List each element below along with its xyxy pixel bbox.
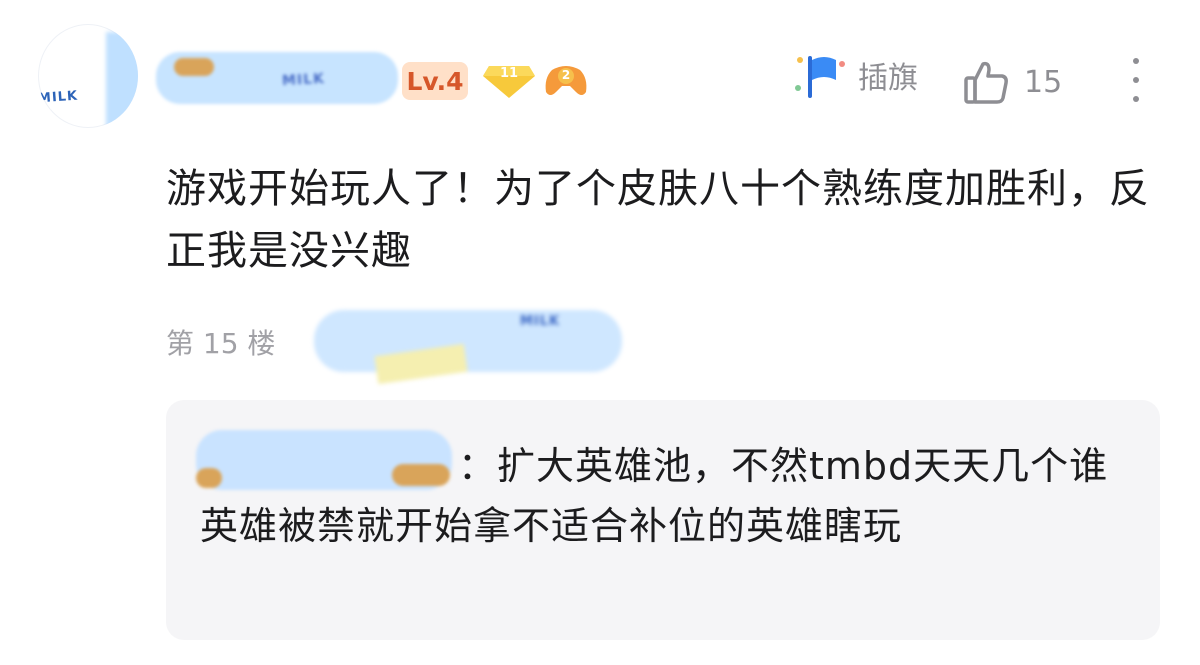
reply-separator: ： bbox=[458, 444, 498, 488]
gem-badge-number: 11 bbox=[499, 66, 519, 81]
more-options-icon[interactable] bbox=[1122, 58, 1150, 102]
floor-blurred-content: MILK bbox=[314, 310, 622, 385]
reply-body: 扩大英雄池，不然tmbd天天几个谁英雄被禁就开始拿不适合补位的英雄瞎玩 bbox=[200, 444, 1109, 548]
more-dot bbox=[1133, 77, 1139, 83]
flag-button[interactable]: 插旗 bbox=[790, 50, 918, 100]
username[interactable]: MILK bbox=[156, 52, 398, 104]
avatar-milk-text: MILK bbox=[38, 88, 79, 107]
comment-text: 游戏开始玩人了！为了个皮肤八十个熟练度加胜利，反正我是没兴趣 bbox=[166, 166, 1150, 274]
game-badge: 2 bbox=[542, 60, 590, 100]
reply-box[interactable]: ：扩大英雄池，不然tmbd天天几个谁英雄被禁就开始拿不适合补位的英雄瞎玩 bbox=[166, 400, 1160, 640]
floor-blur-card bbox=[374, 343, 468, 385]
avatar[interactable]: MILK bbox=[38, 24, 138, 128]
reply-text: ：扩大英雄池，不然tmbd天天几个谁英雄被禁就开始拿不适合补位的英雄瞎玩 bbox=[200, 436, 1130, 556]
level-badge: Lv.4 bbox=[402, 62, 468, 100]
gem-badge: 11 bbox=[481, 62, 537, 100]
floor-blur-milk-text: MILK bbox=[520, 314, 561, 329]
floor-number: 第 15 楼 bbox=[166, 327, 276, 360]
like-count: 15 bbox=[1024, 64, 1063, 100]
more-dot bbox=[1133, 58, 1139, 64]
username-decoration bbox=[174, 58, 214, 76]
like-button[interactable]: 15 bbox=[962, 56, 1062, 108]
more-dot bbox=[1133, 96, 1139, 102]
thumbs-up-icon bbox=[964, 61, 1008, 104]
username-milk-text: MILK bbox=[281, 70, 326, 90]
game-badge-number: 2 bbox=[561, 68, 571, 82]
flag-icon bbox=[795, 56, 845, 98]
avatar-blur bbox=[106, 32, 138, 128]
flag-label: 插旗 bbox=[858, 61, 918, 96]
